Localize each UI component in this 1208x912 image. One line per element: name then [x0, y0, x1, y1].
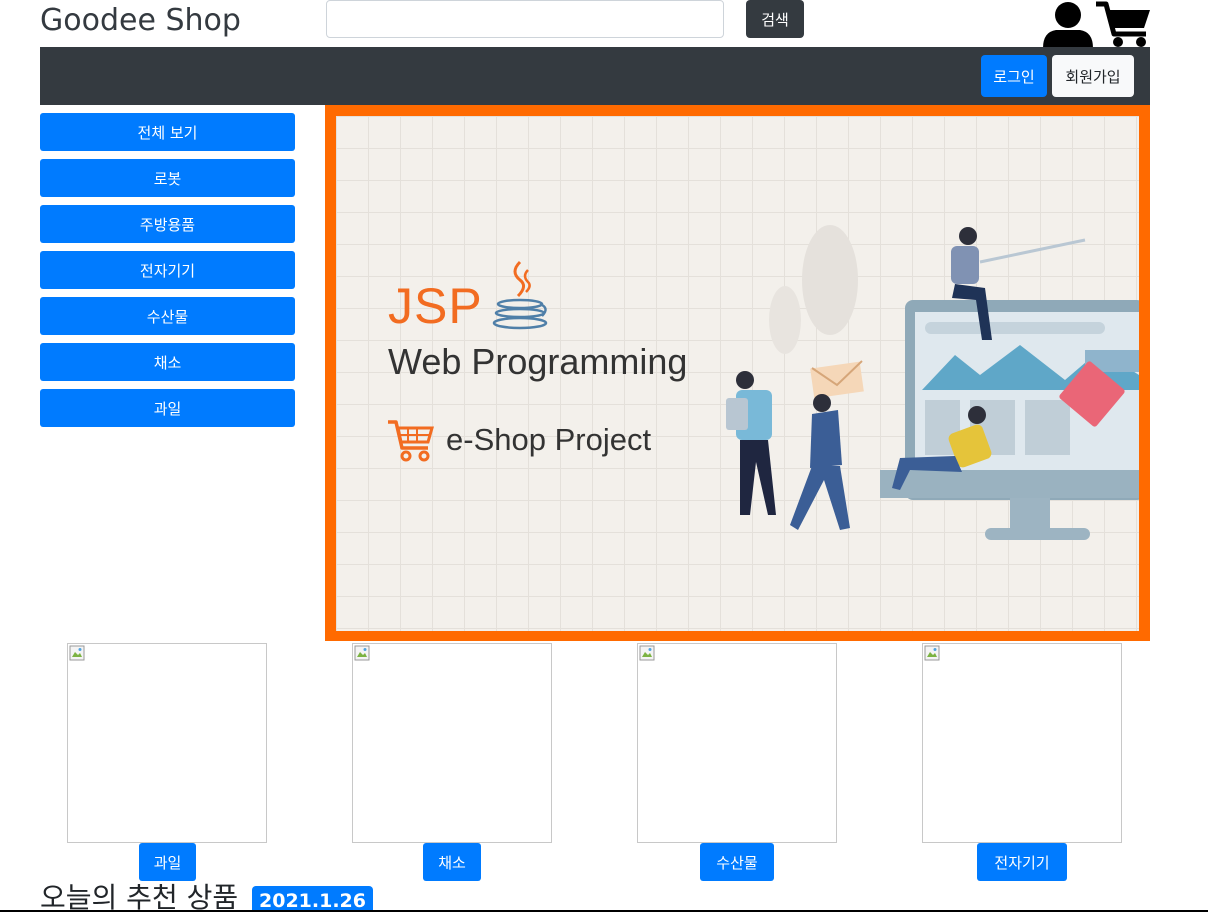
broken-image-icon — [639, 645, 655, 661]
banner-jsp-text: JSP — [388, 278, 483, 334]
search-button[interactable]: 검색 — [746, 0, 804, 38]
banner-eshop-text: e-Shop Project — [446, 422, 652, 457]
product-category-button[interactable]: 채소 — [423, 843, 481, 881]
banner-web-programming-text: Web Programming — [388, 341, 688, 382]
category-robot-button[interactable]: 로봇 — [40, 159, 295, 197]
java-cup-icon — [492, 260, 548, 330]
product-image[interactable] — [637, 643, 837, 843]
category-vegetable-button[interactable]: 채소 — [40, 343, 295, 381]
user-icon[interactable] — [1040, 0, 1094, 48]
cart-icon[interactable] — [1094, 0, 1152, 48]
broken-image-icon — [69, 645, 85, 661]
category-all-button[interactable]: 전체 보기 — [40, 113, 295, 151]
category-electronics-button[interactable]: 전자기기 — [40, 251, 295, 289]
category-kitchen-button[interactable]: 주방용품 — [40, 205, 295, 243]
product-category-button[interactable]: 전자기기 — [977, 843, 1067, 881]
signup-button[interactable]: 회원가입 — [1052, 55, 1134, 97]
broken-image-icon — [924, 645, 940, 661]
date-badge: 2021.1.26 — [252, 886, 373, 912]
product-category-button[interactable]: 과일 — [139, 843, 196, 881]
product-image[interactable] — [67, 643, 267, 843]
recommend-title: 오늘의 추천 상품 — [40, 881, 239, 912]
search-input[interactable] — [326, 0, 724, 38]
login-button[interactable]: 로그인 — [981, 55, 1047, 97]
developers-illustration — [726, 225, 1139, 540]
brand-title[interactable]: Goodee Shop — [40, 2, 241, 40]
shopping-cart-icon — [388, 420, 434, 462]
broken-image-icon — [354, 645, 370, 661]
product-category-button[interactable]: 수산물 — [700, 843, 774, 881]
product-image[interactable] — [352, 643, 552, 843]
category-seafood-button[interactable]: 수산물 — [40, 297, 295, 335]
category-fruit-button[interactable]: 과일 — [40, 389, 295, 427]
product-image[interactable] — [922, 643, 1122, 843]
